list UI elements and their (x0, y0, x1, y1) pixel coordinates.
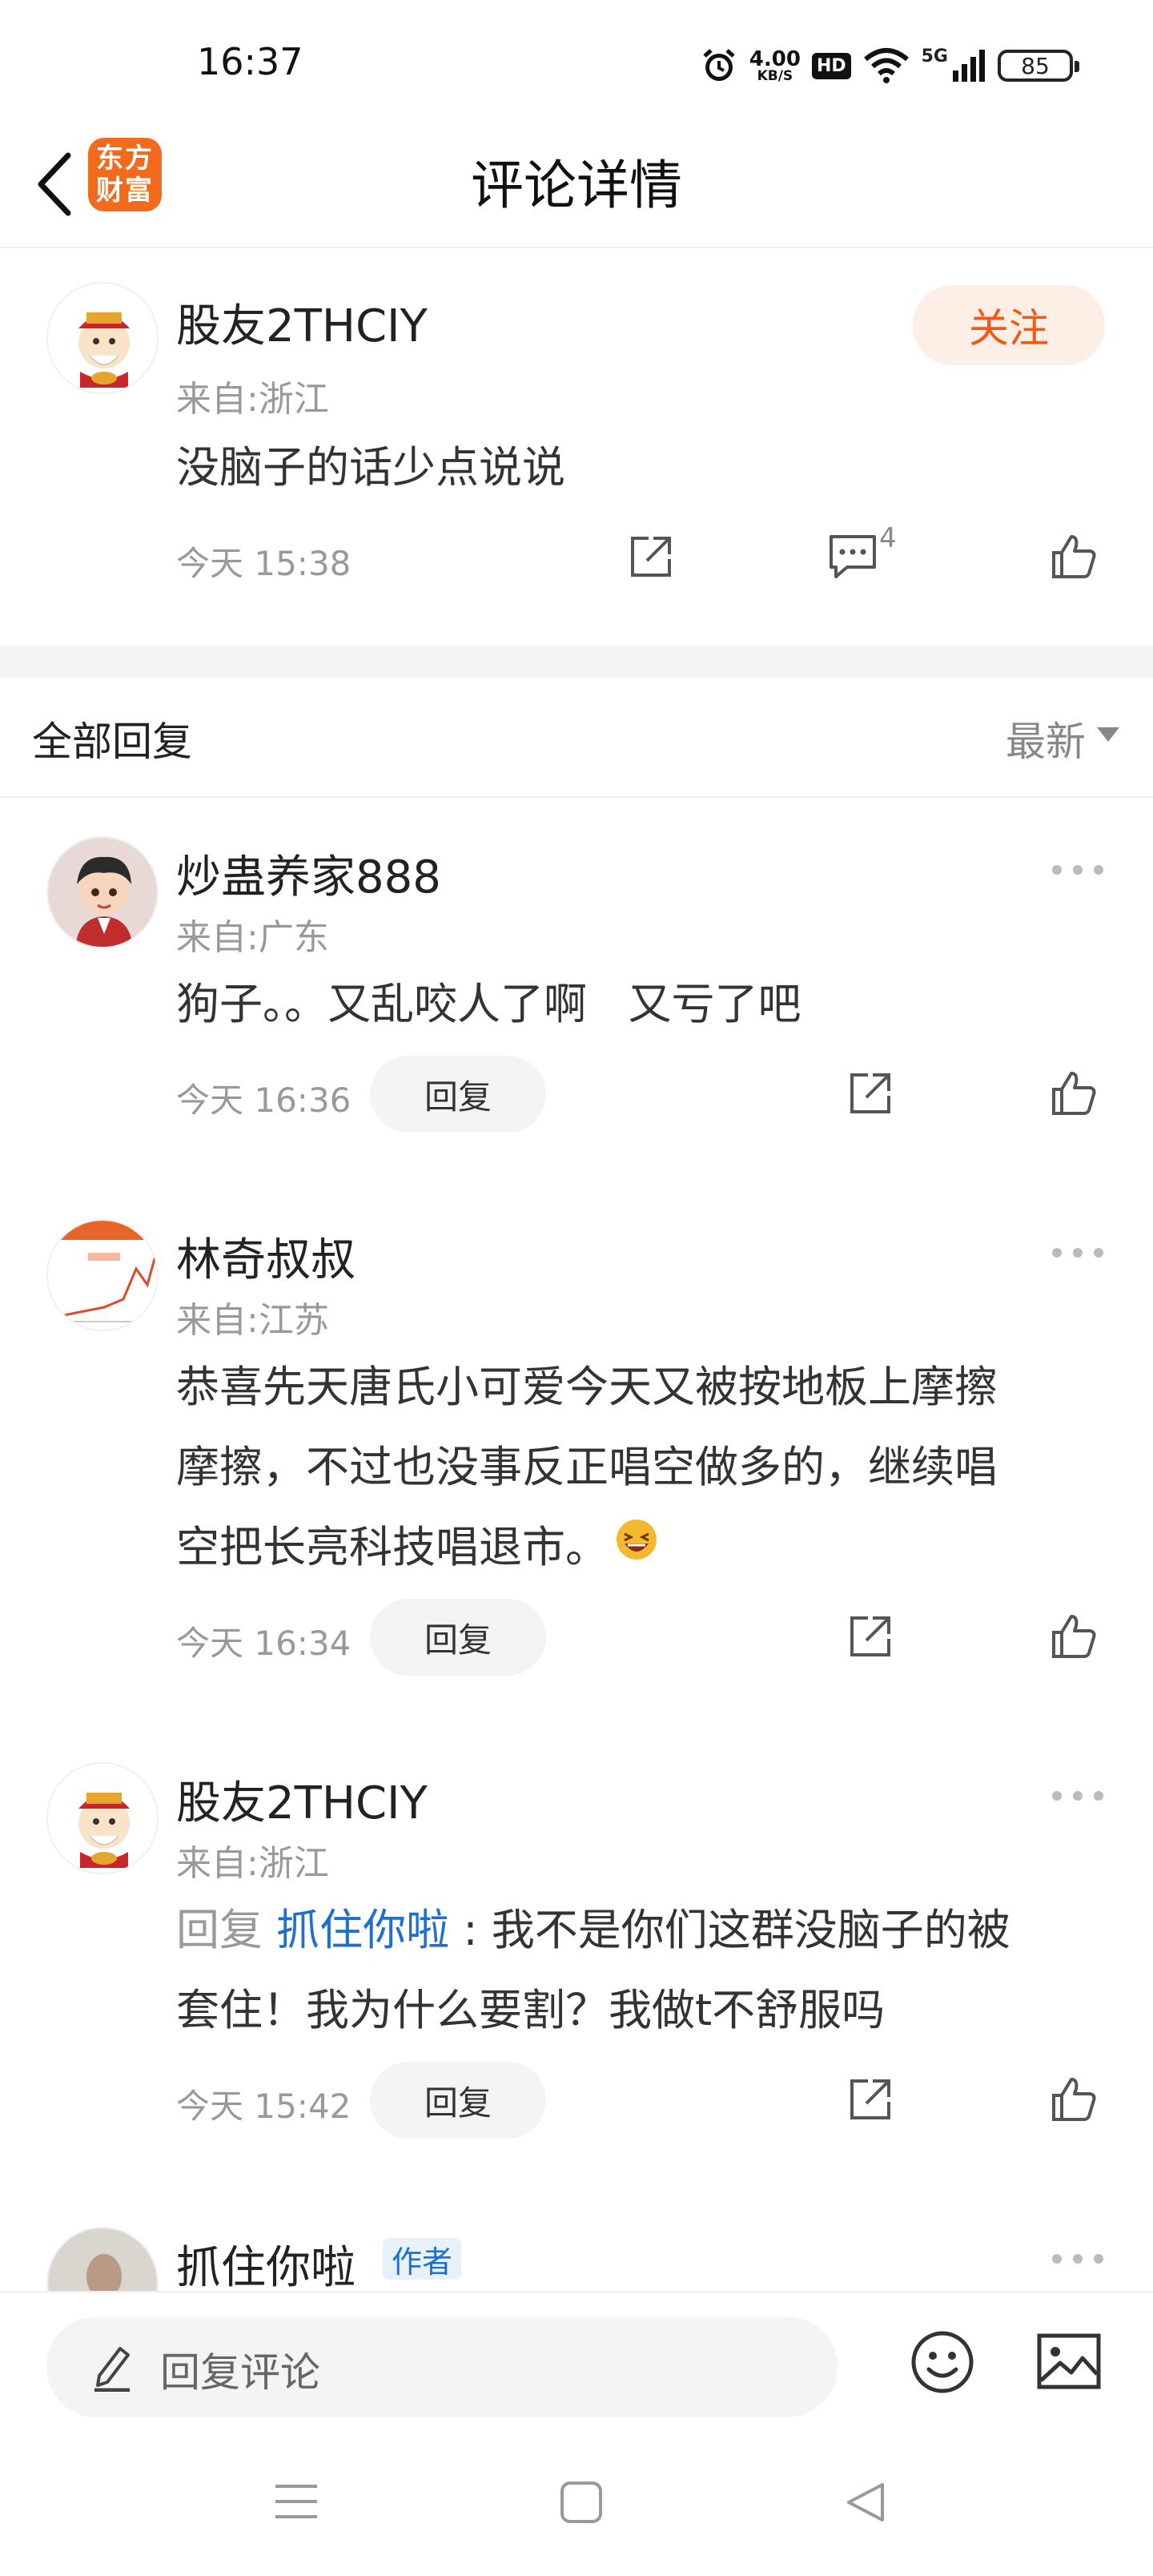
reply-input-placeholder: 回复评论 (160, 2349, 320, 2396)
avatar[interactable] (46, 1219, 159, 1331)
pencil-icon (94, 2347, 130, 2392)
username[interactable]: 抓住你啦 (176, 2232, 356, 2296)
caret-down-icon[interactable] (1097, 727, 1119, 742)
mentioned-user-link[interactable]: 抓住你啦 (276, 1905, 449, 1955)
comment-text: 狗子。。又乱咬人了啊 又亏了吧 (176, 979, 801, 1029)
reply-button[interactable]: 回复 (370, 1599, 546, 1676)
share-icon (850, 2079, 890, 2119)
share-icon (631, 537, 671, 577)
region-label: 来自:浙江 (176, 379, 329, 420)
image-icon (1037, 2333, 1101, 2389)
back-triangle-icon[interactable] (842, 2480, 887, 2525)
battery-indicator: 85 (998, 50, 1079, 82)
reply-prefix: 回复 (176, 1905, 277, 1955)
replies-header: 全部回复 最新 (0, 678, 1153, 798)
more-options-icon[interactable] (1046, 1237, 1110, 1269)
emoji-button[interactable] (910, 2329, 975, 2398)
username[interactable]: 炒蛊养家888 (176, 841, 441, 906)
comment-text: 没脑子的话少点说说 (176, 442, 565, 493)
comment-time: 今天 15:38 (176, 544, 352, 583)
home-icon[interactable] (559, 2480, 604, 2525)
follow-button[interactable]: 关注 (913, 285, 1105, 365)
comment-time: 今天 16:34 (176, 1624, 352, 1663)
thumbs-up-icon (1052, 535, 1096, 578)
wifi-icon (863, 48, 909, 83)
like-button[interactable] (1046, 1065, 1102, 1121)
share-button[interactable] (623, 529, 679, 585)
top-nav-bar: 东方 财富 评论详情 (0, 120, 1153, 248)
share-button[interactable] (842, 1065, 898, 1121)
thumbs-up-icon (1052, 1072, 1096, 1115)
avatar[interactable] (46, 836, 159, 948)
share-icon (850, 1073, 890, 1113)
thumbs-up-icon (1052, 2078, 1096, 2121)
avatar[interactable] (46, 282, 159, 394)
share-button[interactable] (842, 1608, 898, 1664)
status-time: 16:37 (197, 40, 303, 83)
comment-text: 恭喜先天唐氏小可爱今天又被按地板上摩擦 摩擦，不过也没事反正唱空做多的，继续唱 … (176, 1362, 998, 1572)
all-replies-title: 全部回复 (32, 718, 192, 765)
cartoon-boy-avatar-icon (48, 838, 157, 947)
page-title: 评论详情 (471, 155, 682, 216)
comment-text: 回复 抓住你啦 : 我不是你们这群没脑子的被 套住！我为什么要割？我做t不舒服吗 (176, 1905, 1010, 2035)
section-divider (0, 646, 1153, 678)
comment-bubble-icon (830, 535, 876, 578)
network-speed: 4.00 KB/S (749, 46, 801, 84)
signal-icon: 5G (922, 48, 986, 83)
username[interactable]: 林奇叔叔 (176, 1224, 356, 1289)
sort-dropdown[interactable]: 最新 (1006, 710, 1086, 767)
laughing-emoji-icon (617, 1519, 657, 1560)
comment-time: 今天 16:36 (176, 1081, 352, 1120)
hd-icon: HD (811, 52, 851, 79)
alarm-icon (703, 49, 735, 81)
region-label: 来自:广东 (176, 917, 329, 958)
more-options-icon[interactable] (1046, 854, 1110, 886)
comment-button[interactable] (825, 529, 881, 585)
region-label: 来自:浙江 (176, 1843, 329, 1884)
menu-icon[interactable] (272, 2481, 320, 2522)
like-button[interactable] (1046, 1608, 1102, 1664)
more-options-icon[interactable] (1046, 1780, 1110, 1812)
share-button[interactable] (842, 2071, 898, 2127)
reply-button[interactable]: 回复 (370, 1056, 546, 1133)
system-nav-bar (0, 2451, 1153, 2576)
avatar[interactable] (46, 1762, 159, 1874)
username[interactable]: 股友2THCIY (176, 1767, 428, 1832)
author-badge: 作者 (383, 2238, 461, 2280)
caishen-avatar-icon (48, 1764, 157, 1873)
chart-avatar-icon (48, 1221, 157, 1330)
region-label: 来自:江苏 (176, 1300, 329, 1341)
more-options-icon[interactable] (1046, 2243, 1110, 2275)
smiley-icon (911, 2331, 974, 2393)
status-bar: 16:37 4.00 KB/S HD 5G 85 (0, 0, 1153, 120)
thumbs-up-icon (1052, 1615, 1096, 1658)
like-button[interactable] (1046, 529, 1102, 585)
reply-button[interactable]: 回复 (370, 2062, 546, 2139)
caishen-avatar-icon (48, 284, 157, 392)
username[interactable]: 股友2THCIY (176, 290, 428, 355)
like-button[interactable] (1046, 2071, 1102, 2127)
share-icon (850, 1616, 890, 1656)
reply-comment-input[interactable]: 回复评论 (46, 2316, 838, 2417)
status-icons: 4.00 KB/S HD 5G 85 (700, 42, 1079, 90)
comment-time: 今天 15:42 (176, 2087, 352, 2126)
image-upload-button[interactable] (1036, 2332, 1102, 2393)
reply-count: 4 (879, 522, 897, 554)
